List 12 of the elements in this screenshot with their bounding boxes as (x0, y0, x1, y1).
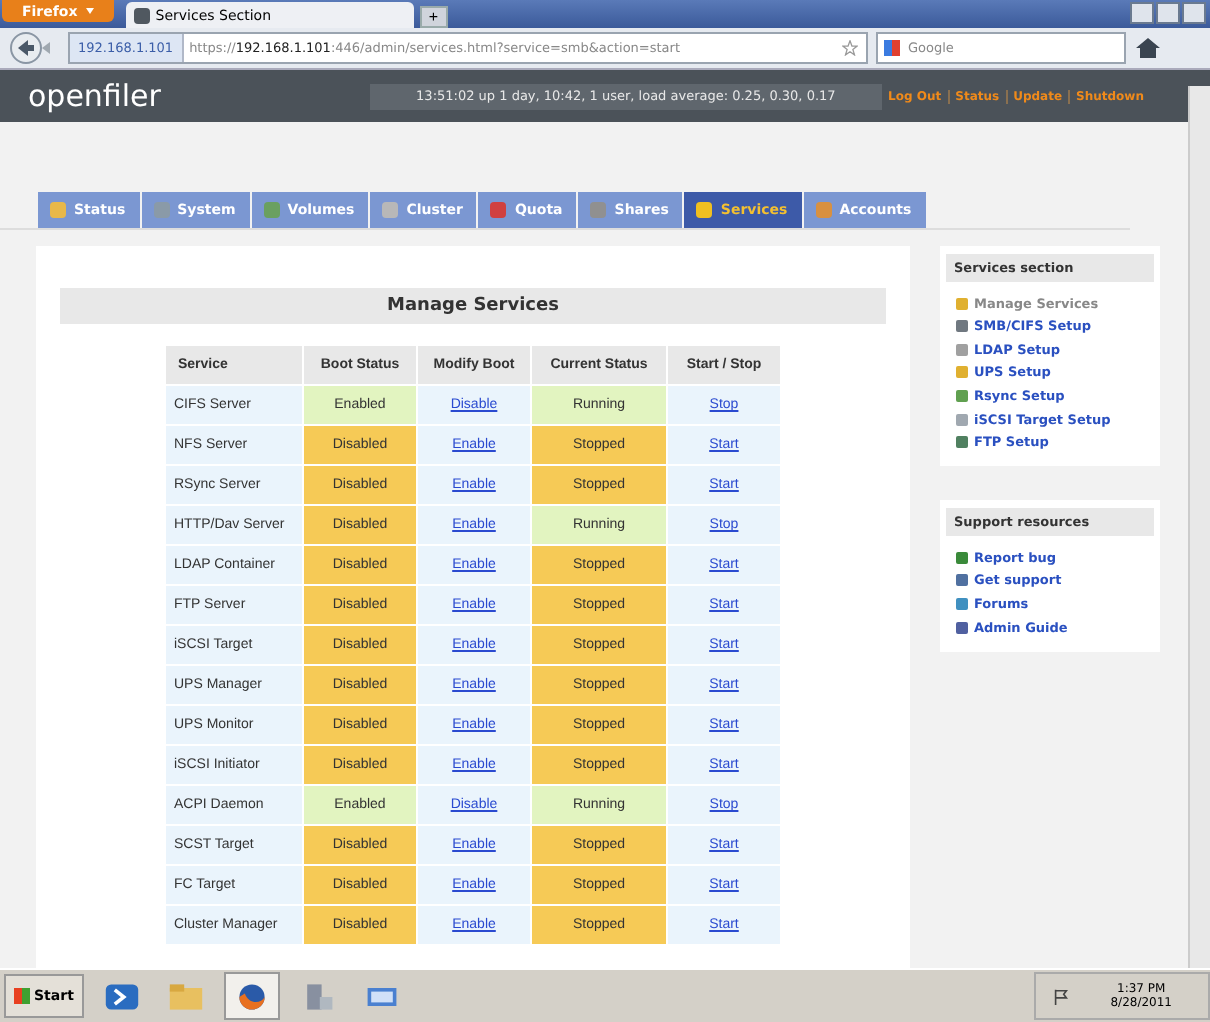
new-tab-button[interactable]: + (419, 6, 448, 28)
page-icon (133, 7, 150, 23)
scrollbar[interactable] (1188, 86, 1210, 968)
bookmark-star-icon[interactable] (842, 40, 858, 56)
flag-icon[interactable] (1052, 987, 1071, 1005)
section-title: Manage Services (60, 288, 886, 324)
caret-icon (85, 8, 94, 15)
firefox-taskbar-icon[interactable] (223, 972, 280, 1020)
windows-logo-icon (14, 988, 30, 1004)
home-icon[interactable] (1134, 36, 1162, 60)
logo: openfiler (28, 78, 163, 114)
search-engine-icon (884, 40, 900, 56)
